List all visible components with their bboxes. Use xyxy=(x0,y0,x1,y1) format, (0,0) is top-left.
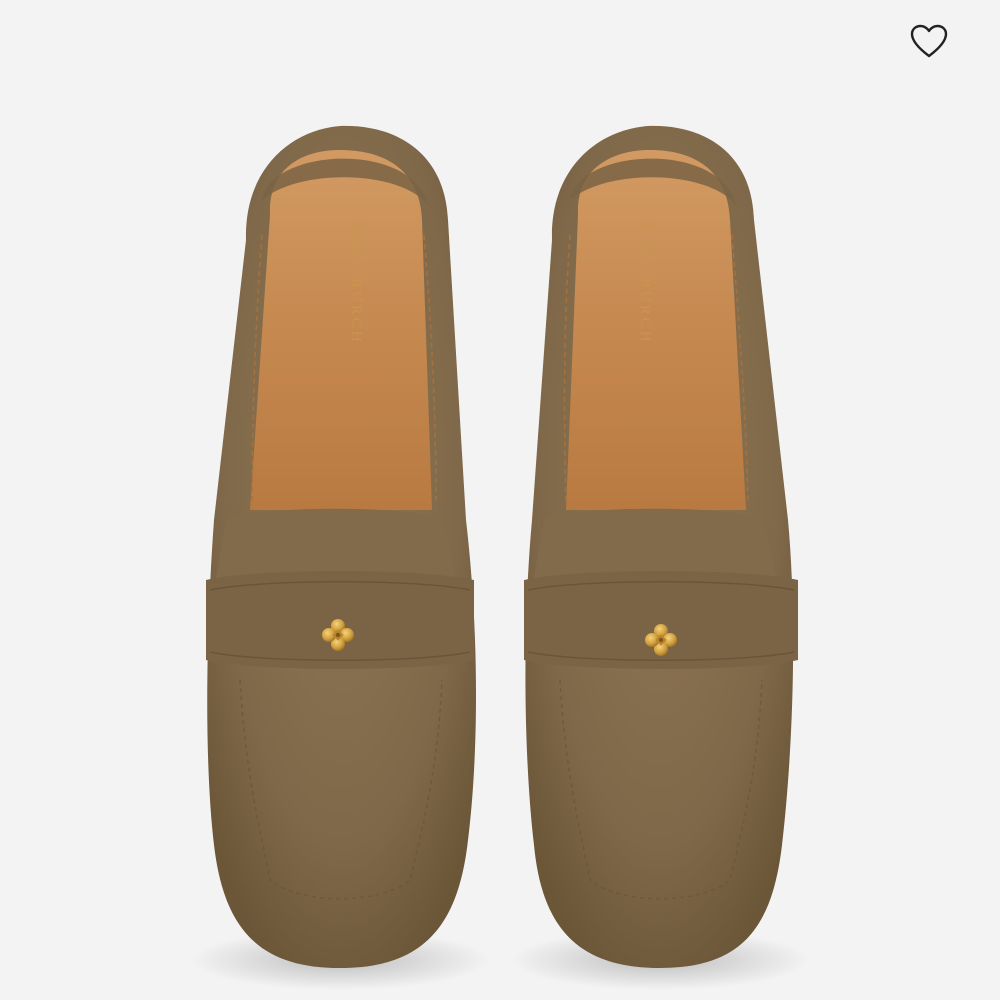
product-gallery: TORY BURCH TORY BURCH xyxy=(0,0,1000,1000)
left-shoe: TORY BURCH xyxy=(206,125,476,968)
heart-outline-icon xyxy=(910,24,948,58)
right-shoe: TORY BURCH xyxy=(524,125,798,968)
favorite-button[interactable] xyxy=(904,16,954,66)
product-image: TORY BURCH TORY BURCH xyxy=(0,0,1000,1000)
insole-brand-stamp: TORY BURCH xyxy=(348,220,364,345)
insole-brand-stamp: TORY BURCH xyxy=(637,220,653,345)
